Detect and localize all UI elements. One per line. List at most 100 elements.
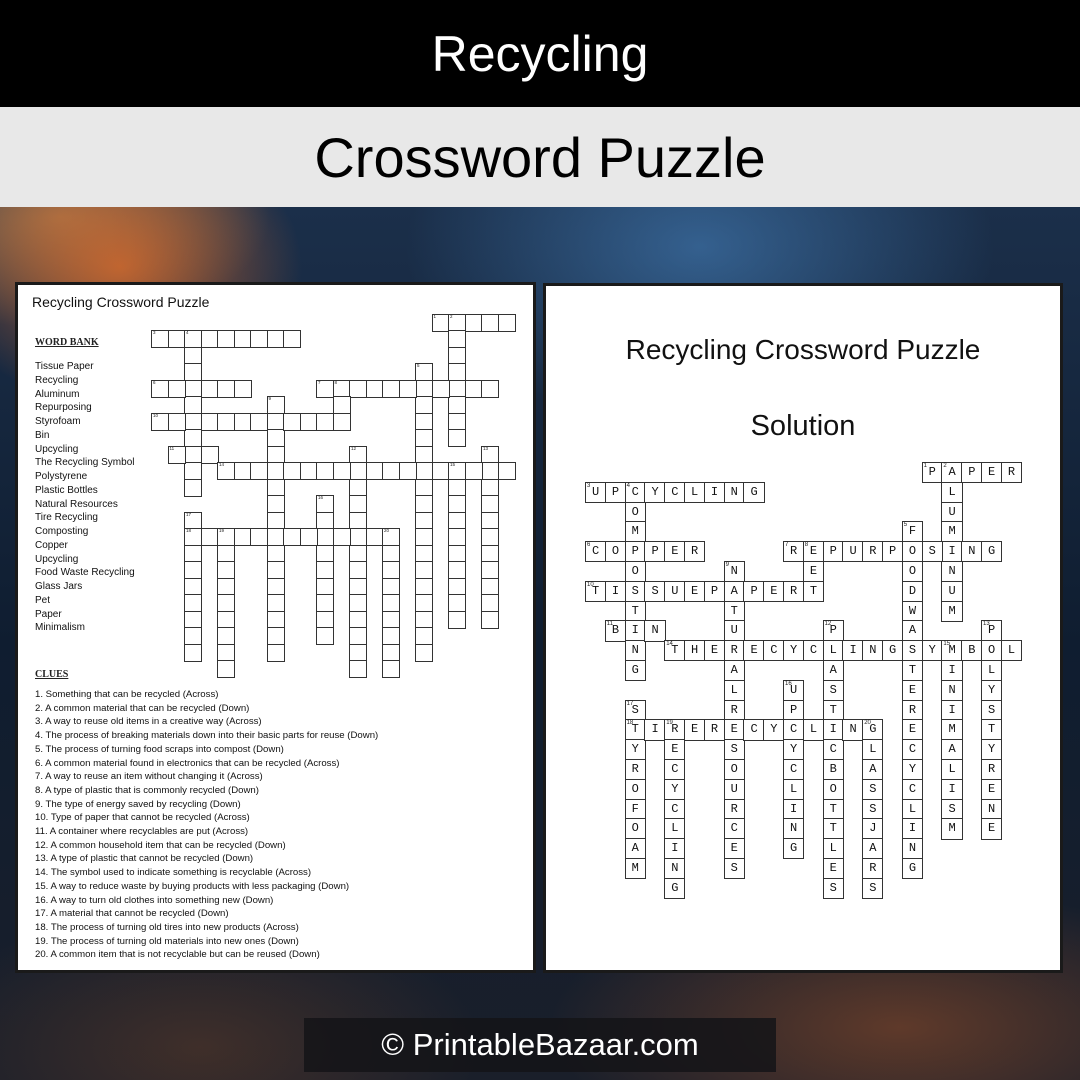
crossword-cell[interactable]	[250, 330, 268, 348]
crossword-cell[interactable]	[266, 544, 285, 563]
crossword-cell[interactable]	[481, 544, 499, 563]
crossword-cell[interactable]	[349, 594, 367, 612]
crossword-cell[interactable]	[217, 660, 235, 678]
crossword-cell[interactable]	[415, 528, 433, 546]
crossword-cell[interactable]	[448, 379, 466, 398]
crossword-cell[interactable]	[448, 478, 466, 497]
crossword-cell[interactable]	[316, 511, 334, 530]
crossword-cell[interactable]: 1	[431, 313, 450, 332]
crossword-cell[interactable]	[382, 561, 400, 579]
crossword-cell[interactable]	[184, 627, 202, 645]
crossword-cell[interactable]	[283, 528, 301, 546]
crossword-cell[interactable]	[382, 462, 400, 480]
crossword-cell[interactable]	[266, 462, 285, 480]
crossword-cell[interactable]	[481, 462, 499, 480]
crossword-cell[interactable]	[316, 528, 334, 546]
crossword-cell[interactable]	[448, 594, 466, 612]
crossword-cell[interactable]: 10	[151, 412, 169, 431]
crossword-cell[interactable]	[481, 313, 499, 332]
crossword-cell[interactable]: 8	[332, 379, 351, 398]
crossword-cell[interactable]	[184, 478, 202, 497]
crossword-cell[interactable]	[415, 594, 433, 612]
crossword-cell[interactable]	[283, 412, 301, 431]
crossword-cell[interactable]	[184, 462, 202, 480]
crossword-cell[interactable]	[299, 462, 318, 480]
crossword-cell[interactable]	[184, 445, 202, 464]
crossword-cell[interactable]	[233, 379, 252, 398]
crossword-cell[interactable]	[266, 445, 285, 464]
crossword-cell[interactable]	[217, 561, 235, 579]
crossword-cell[interactable]	[332, 396, 351, 414]
crossword-cell[interactable]	[167, 330, 186, 348]
crossword-cell[interactable]	[349, 528, 367, 546]
crossword-cell[interactable]	[464, 379, 483, 398]
crossword-cell[interactable]	[365, 379, 384, 398]
crossword-cell[interactable]: 6	[151, 379, 169, 398]
crossword-cell[interactable]	[481, 610, 499, 629]
crossword-cell[interactable]	[184, 544, 202, 563]
crossword-cell[interactable]	[316, 462, 334, 480]
crossword-cell[interactable]: 20	[382, 528, 400, 546]
crossword-cell[interactable]	[415, 462, 433, 480]
crossword-cell[interactable]	[415, 561, 433, 579]
crossword-cell[interactable]	[464, 462, 483, 480]
crossword-cell[interactable]	[233, 412, 252, 431]
crossword-cell[interactable]	[349, 379, 367, 398]
crossword-cell[interactable]	[266, 610, 285, 629]
crossword-cell[interactable]	[365, 462, 384, 480]
crossword-cell[interactable]: 2	[448, 313, 466, 332]
crossword-cell[interactable]	[283, 462, 301, 480]
crossword-cell[interactable]	[415, 495, 433, 513]
crossword-cell[interactable]: 5	[415, 363, 433, 381]
crossword-cell[interactable]	[167, 412, 186, 431]
crossword-cell[interactable]	[266, 511, 285, 530]
crossword-cell[interactable]	[184, 577, 202, 596]
crossword-cell[interactable]	[448, 346, 466, 365]
crossword-cell[interactable]	[382, 379, 400, 398]
crossword-cell[interactable]	[217, 412, 235, 431]
crossword-cell[interactable]	[184, 594, 202, 612]
crossword-cell[interactable]	[200, 330, 219, 348]
crossword-cell[interactable]	[448, 495, 466, 513]
crossword-cell[interactable]	[200, 445, 219, 464]
crossword-cell[interactable]	[217, 627, 235, 645]
crossword-cell[interactable]	[431, 462, 450, 480]
crossword-cell[interactable]	[448, 561, 466, 579]
crossword-cell[interactable]	[382, 594, 400, 612]
crossword-cell[interactable]: 11	[167, 445, 186, 464]
crossword-cell[interactable]: 9	[266, 396, 285, 414]
crossword-cell[interactable]	[448, 544, 466, 563]
crossword-cell[interactable]	[349, 511, 367, 530]
crossword-cell[interactable]	[481, 577, 499, 596]
crossword-cell[interactable]	[233, 462, 252, 480]
crossword-cell[interactable]	[349, 610, 367, 629]
crossword-cell[interactable]	[448, 330, 466, 348]
crossword-cell[interactable]: 7	[316, 379, 334, 398]
crossword-cell[interactable]: 3	[151, 330, 169, 348]
crossword-cell[interactable]	[233, 528, 252, 546]
crossword-cell[interactable]	[415, 396, 433, 414]
crossword-cell[interactable]	[415, 627, 433, 645]
crossword-cell[interactable]	[200, 528, 219, 546]
crossword-cell[interactable]	[266, 478, 285, 497]
crossword-cell[interactable]	[481, 478, 499, 497]
crossword-cell[interactable]	[316, 627, 334, 645]
crossword-cell[interactable]	[349, 561, 367, 579]
crossword-cell[interactable]	[299, 528, 318, 546]
crossword-cell[interactable]	[382, 627, 400, 645]
crossword-cell[interactable]	[316, 412, 334, 431]
crossword-cell[interactable]	[415, 643, 433, 662]
crossword-cell[interactable]	[448, 577, 466, 596]
crossword-cell[interactable]	[184, 610, 202, 629]
crossword-cell[interactable]	[481, 561, 499, 579]
crossword-cell[interactable]	[415, 429, 433, 447]
crossword-cell[interactable]: 18	[184, 528, 202, 546]
crossword-cell[interactable]	[332, 462, 351, 480]
crossword-cell[interactable]	[349, 660, 367, 678]
crossword-cell[interactable]	[481, 594, 499, 612]
crossword-cell[interactable]	[332, 412, 351, 431]
crossword-cell[interactable]	[448, 429, 466, 447]
crossword-cell[interactable]	[481, 511, 499, 530]
crossword-cell[interactable]	[448, 528, 466, 546]
crossword-cell[interactable]	[184, 363, 202, 381]
